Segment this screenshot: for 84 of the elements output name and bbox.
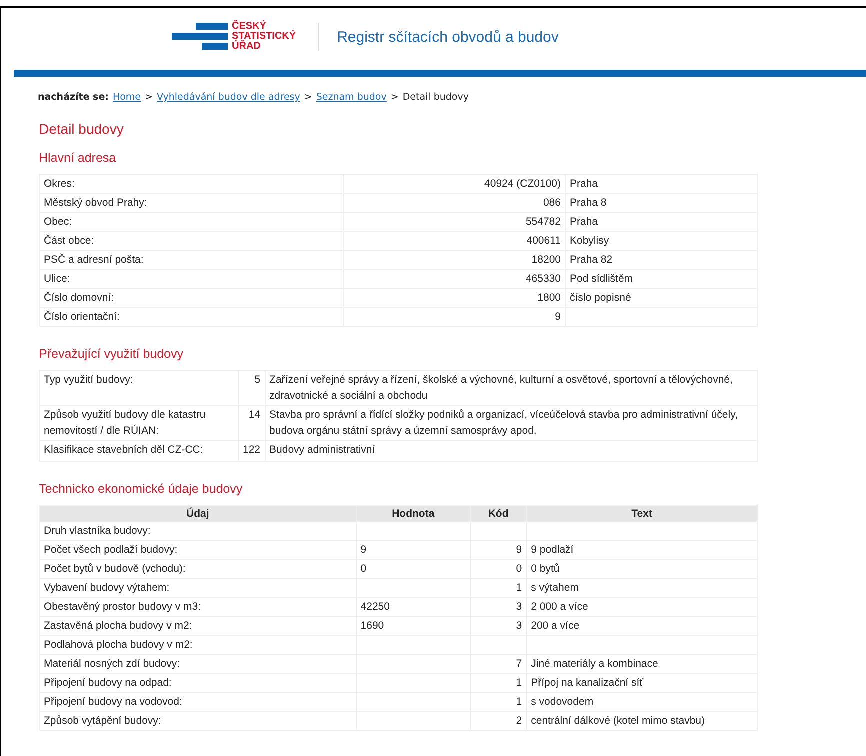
table-cell: Okres: [40, 174, 344, 194]
column-header: Hodnota [356, 506, 470, 522]
table-cell: 554782 [344, 212, 566, 232]
table-cell: 1 [470, 674, 527, 692]
table-cell: Připojení budovy na odpad: [40, 674, 356, 692]
breadcrumb-link[interactable]: Seznam budov [316, 92, 387, 103]
table-cell: 3 [470, 598, 527, 616]
table-cell: 086 [344, 194, 566, 212]
table-cell: 40924 (CZ0100) [344, 174, 566, 194]
logo-text: ČESKÝ STATISTICKÝ ÚŘAD [232, 22, 296, 52]
breadcrumb-separator: > [145, 92, 153, 103]
table-cell: 0 bytů [526, 560, 758, 578]
table-cell: Připojení budovy na vodovod: [40, 692, 356, 712]
table-cell: Praha [566, 212, 758, 232]
table-cell: Část obce: [40, 232, 344, 250]
table-cell: Obec: [40, 212, 344, 232]
table-cell: 1 [470, 578, 527, 598]
table-cell: 9 podlaží [526, 540, 758, 560]
table-cell: Obestavěný prostor budovy v m3: [40, 598, 356, 616]
table-cell: Pod sídlištěm [566, 270, 758, 288]
table-cell: 9 [344, 308, 566, 326]
table-cell: 14 [238, 406, 266, 440]
table-cell: Městský obvod Prahy: [40, 194, 344, 212]
table-cell: Zařízení veřejné správy a řízení, školské a výchovné, kulturní a osvětové, sportovní a tělovýchovné, zdravotnické a sociální a obchodu [265, 370, 758, 406]
table-cell: Číslo domovní: [40, 288, 344, 308]
logo-stripes-icon [172, 23, 228, 51]
table-cell: 5 [238, 370, 266, 406]
section-title: Hlavní adresa [39, 151, 118, 165]
table-cell: 122 [238, 440, 266, 462]
table-cell: 42250 [356, 598, 470, 616]
table-cell: Praha [566, 174, 758, 194]
table-cell: 465330 [344, 270, 566, 288]
table-cell: s vodovodem [526, 692, 758, 712]
table-cell: Zastavěná plocha budovy v m2: [40, 616, 356, 636]
table-cell: Materiál nosných zdí budovy: [40, 654, 356, 674]
table-cell: 200 a více [526, 616, 758, 636]
table-cell: 7 [470, 654, 527, 674]
table-cell: 1800 [344, 288, 566, 308]
site-title: Registr sčítacích obvodů a budov [337, 28, 559, 46]
table-cell: 18200 [344, 250, 566, 270]
column-header: Kód [470, 506, 527, 522]
table-cell: Praha 8 [566, 194, 758, 212]
breadcrumb-separator: > [390, 92, 399, 103]
table-cell: s výtahem [526, 578, 758, 598]
column-header: Údaj [40, 506, 356, 522]
breadcrumb-separator: > [304, 92, 312, 103]
table-cell: Kobylisy [566, 232, 758, 250]
table-cell: číslo popisné [566, 288, 758, 308]
table-cell: Jiné materiály a kombinace [526, 654, 758, 674]
table-cell: centrální dálkové (kotel mimo stavbu) [526, 712, 758, 730]
table-cell: Podlahová plocha budovy v m2: [40, 636, 356, 654]
table-cell: PSČ a adresní pošta: [40, 250, 344, 270]
table-cell: Číslo orientační: [40, 308, 344, 326]
table-cell: Druh vlastníka budovy: [40, 522, 356, 540]
table-cell: 2 000 a více [526, 598, 758, 616]
table-cell: 3 [470, 616, 527, 636]
column-header: Text [526, 506, 758, 522]
table-cell: Typ využití budovy: [40, 370, 238, 406]
breadcrumb-link[interactable]: Home [112, 92, 142, 103]
section-title: Převažující využití budovy [39, 347, 185, 361]
table-cell: Počet všech podlaží budovy: [40, 540, 356, 560]
table-cell: Budovy administrativní [265, 440, 758, 462]
table-cell: Praha 82 [566, 250, 758, 270]
breadcrumb-link[interactable]: Vyhledávání budov dle adresy [156, 92, 300, 103]
table-cell: Vybavení budovy výtahem: [40, 578, 356, 598]
table-cell: 400611 [344, 232, 566, 250]
table-cell: Klasifikace stavebních děl CZ-CC: [40, 440, 238, 462]
section-title: Technicko ekonomické údaje budovy [39, 482, 244, 496]
page-title: Detail budovy [39, 121, 125, 137]
table-cell: 2 [470, 712, 527, 730]
table-cell: 9 [356, 540, 470, 560]
table-cell: 1690 [356, 616, 470, 636]
table-cell: Stavba pro správní a řídící složky podniků a organizací, víceúčelová stavba pro administrativní účely, budova orgánu státní správy a územní samosprávy apod. [265, 406, 758, 440]
breadcrumb-current: Detail budovy [402, 92, 469, 103]
table-cell: 0 [470, 560, 527, 578]
table-cell: Přípoj na kanalizační síť [526, 674, 758, 692]
table-cell: 0 [356, 560, 470, 578]
breadcrumb-label: nacházíte se: [38, 92, 109, 103]
table-cell: Počet bytů v budově (vchodu): [40, 560, 356, 578]
table-cell: 9 [470, 540, 527, 560]
table-cell: Způsob vytápění budovy: [40, 712, 356, 730]
table-cell: Ulice: [40, 270, 344, 288]
table-cell: Způsob využití budovy dle katastru nemovitostí / dle RÚIAN: [40, 406, 238, 440]
table-cell: 1 [470, 692, 527, 712]
